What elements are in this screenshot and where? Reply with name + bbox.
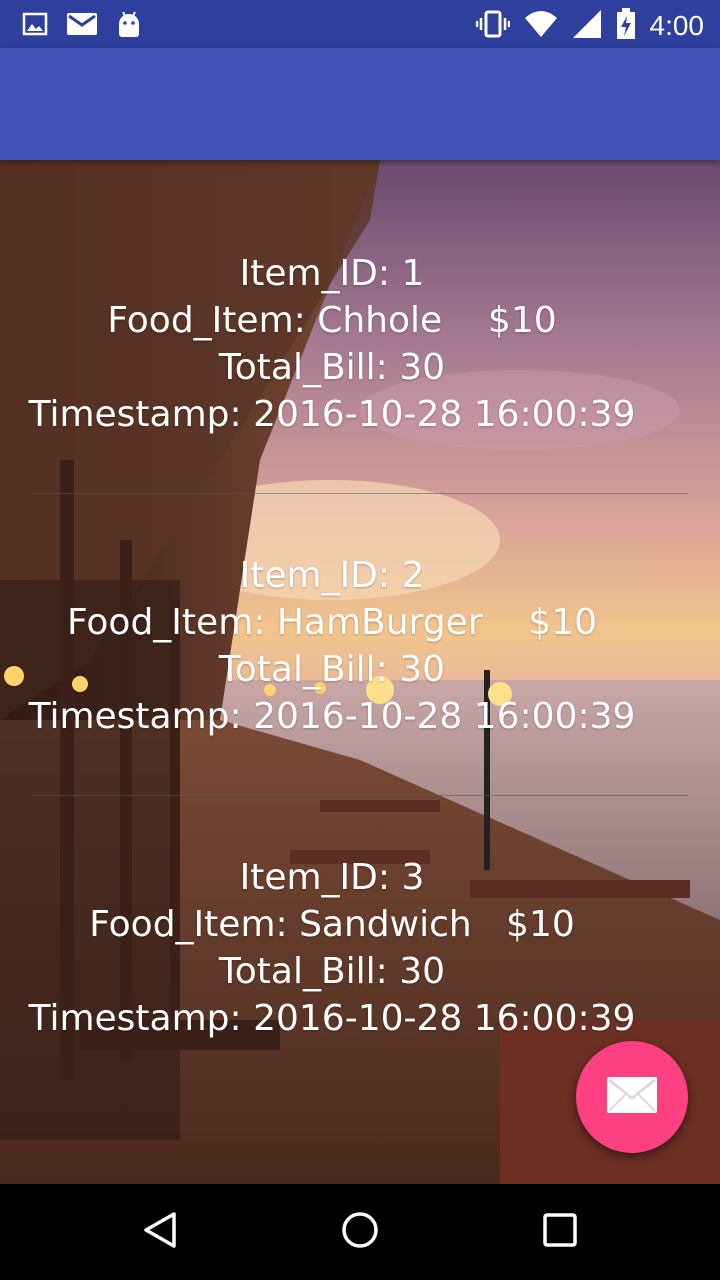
timestamp-text: Timestamp: 2016-10-28 16:00:39 — [28, 696, 636, 737]
back-button[interactable] — [136, 1208, 184, 1256]
signal-icon — [572, 9, 602, 43]
item-id-text: Item_ID: 2 — [239, 555, 425, 596]
list-item[interactable]: Item_ID: 2 Food_Item: HamBurger $10 Tota… — [0, 552, 664, 740]
list-item[interactable]: Item_ID: 1 Food_Item: Chhole $10 Total_B… — [0, 250, 664, 438]
send-email-fab[interactable] — [576, 1041, 688, 1153]
timestamp-text: Timestamp: 2016-10-28 16:00:39 — [28, 998, 636, 1039]
total-bill-text: Total_Bill: 30 — [218, 649, 446, 690]
orders-screen: Item_ID: 1 Food_Item: Chhole $10 Total_B… — [0, 160, 720, 1184]
total-bill-text: Total_Bill: 30 — [218, 951, 446, 992]
mail-icon — [66, 11, 98, 41]
home-button[interactable] — [336, 1208, 384, 1256]
home-icon — [340, 1210, 380, 1254]
food-item-text: Food_Item: Chhole $10 — [107, 300, 557, 341]
status-time: 4:00 — [649, 10, 705, 41]
recents-button[interactable] — [536, 1208, 584, 1256]
divider — [32, 493, 688, 494]
wifi-icon — [524, 10, 558, 42]
envelope-icon — [606, 1076, 658, 1118]
food-item-text: Food_Item: HamBurger $10 — [66, 602, 597, 643]
image-icon — [22, 11, 48, 41]
android-icon — [116, 10, 142, 42]
battery-charging-icon — [616, 8, 636, 44]
app-bar — [0, 48, 720, 160]
vibrate-icon — [475, 9, 510, 43]
list-item[interactable]: Item_ID: 3 Food_Item: Sandwich $10 Total… — [0, 854, 664, 1042]
recents-icon — [540, 1210, 580, 1254]
divider — [32, 795, 688, 796]
food-item-text: Food_Item: Sandwich $10 — [89, 904, 575, 945]
navigation-bar — [0, 1184, 720, 1280]
orders-list[interactable]: Item_ID: 1 Food_Item: Chhole $10 Total_B… — [0, 160, 720, 1184]
back-icon — [140, 1210, 180, 1254]
item-id-text: Item_ID: 1 — [239, 253, 425, 294]
item-id-text: Item_ID: 3 — [239, 857, 425, 898]
total-bill-text: Total_Bill: 30 — [218, 347, 446, 388]
status-bar: 4:00 — [0, 0, 720, 48]
timestamp-text: Timestamp: 2016-10-28 16:00:39 — [28, 394, 636, 435]
